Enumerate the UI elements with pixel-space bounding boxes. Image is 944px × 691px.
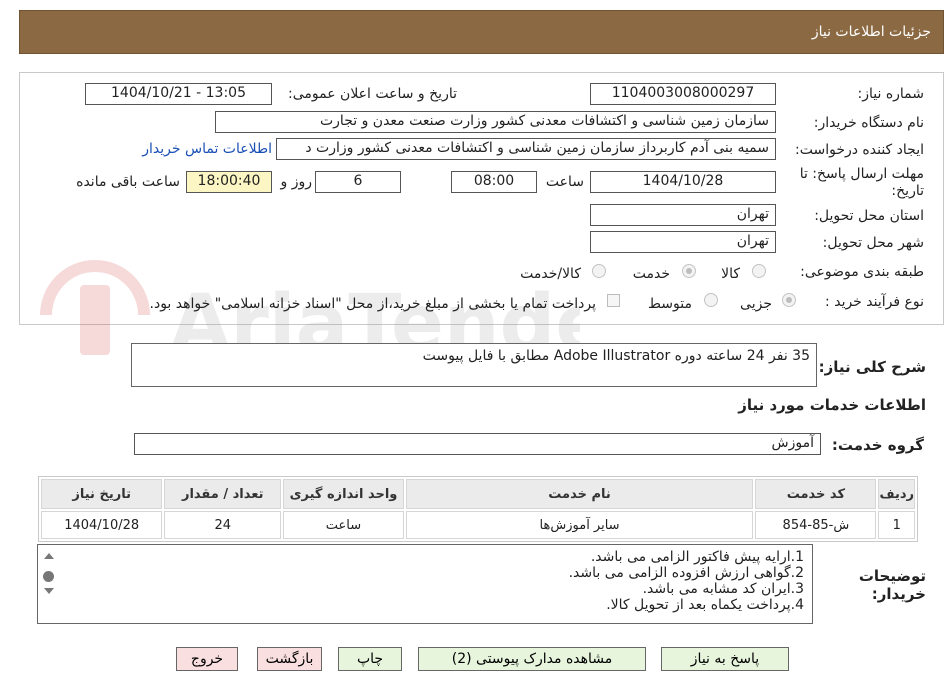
category-service-radio[interactable] [682, 264, 696, 278]
buyer-notes-text: 1.ارایه پیش فاکتور الزامی می باشد. 2.گوا… [569, 549, 804, 613]
process-medium-radio[interactable] [704, 293, 718, 307]
description-field[interactable]: 35 نفر 24 ساعته دوره Adobe Illustrator م… [131, 343, 817, 387]
services-table: ردیف کد خدمت نام خدمت واحد اندازه گیری ت… [38, 476, 918, 542]
service-group-label: گروه خدمت: [831, 436, 924, 454]
city-field[interactable]: تهران [590, 231, 776, 253]
description-label: شرح کلی نیاز: [818, 358, 926, 376]
col-row-header: ردیف [878, 479, 915, 509]
page-title: جزئیات اطلاعات نیاز [811, 24, 931, 40]
col-name-header: نام خدمت [405, 479, 754, 509]
days-field[interactable]: 6 [315, 171, 401, 193]
buyer-org-field[interactable]: سازمان زمین شناسی و اکتشافات معدنی کشور … [215, 111, 776, 133]
treasury-checkbox[interactable] [607, 294, 620, 307]
table-header-row: ردیف کد خدمت نام خدمت واحد اندازه گیری ت… [41, 479, 915, 509]
page-header: جزئیات اطلاعات نیاز [19, 10, 944, 54]
note-line: 1.ارایه پیش فاکتور الزامی می باشد. [590, 549, 804, 565]
deadline-time-field[interactable]: 08:00 [451, 171, 537, 193]
cell-row-number: 1 [878, 511, 915, 539]
days-label: روز و [280, 174, 313, 190]
announce-label: تاریخ و ساعت اعلان عمومی: [288, 86, 457, 102]
buyer-org-label: نام دستگاه خریدار: [813, 115, 924, 131]
back-button[interactable]: بازگشت [257, 647, 322, 671]
need-number-label: شماره نیاز: [857, 86, 925, 102]
services-section-title: اطلاعات خدمات مورد نیاز [738, 396, 926, 414]
payment-note: پرداخت تمام یا بخشی از مبلغ خرید،از محل … [149, 296, 596, 312]
process-minor-label: جزیی [740, 296, 772, 312]
requester-field[interactable]: سمیه بنی آدم کاربرداز سازمان زمین شناسی … [276, 138, 776, 160]
contact-buyer-link[interactable]: اطلاعات تماس خریدار [142, 141, 272, 157]
remaining-label: ساعت باقی مانده [76, 174, 180, 190]
category-goods-service-radio[interactable] [592, 264, 606, 278]
scroll-down-icon[interactable] [44, 588, 54, 594]
remaining-time-field: 18:00:40 [186, 171, 272, 193]
col-unit-header: واحد اندازه گیری [283, 479, 404, 509]
deadline-date-field[interactable]: 1404/10/28 [590, 171, 776, 193]
notes-scrollbar[interactable] [40, 547, 56, 623]
category-service-label: خدمت [632, 266, 670, 282]
category-label: طبقه بندی موضوعی: [800, 264, 924, 280]
city-label: شهر محل تحویل: [822, 235, 924, 251]
note-line: 3.ایران کد مشابه می باشد. [642, 581, 804, 597]
respond-button[interactable]: پاسخ به نیاز [661, 647, 789, 671]
col-qty-header: تعداد / مقدار [164, 479, 282, 509]
note-line: 4.پرداخت یکماه بعد از تحویل کالا. [606, 597, 804, 613]
buyer-notes-label: توضیحات خریدار: [858, 567, 926, 603]
col-code-header: کد خدمت [755, 479, 877, 509]
province-field[interactable]: تهران [590, 204, 776, 226]
announce-field[interactable]: 1404/10/21 - 13:05 [85, 83, 272, 105]
deadline-label: مهلت ارسال پاسخ: تا تاریخ: [799, 166, 924, 199]
category-goods-label: کالا [721, 266, 740, 282]
note-line: 2.گواهی ارزش افزوده الزامی می باشد. [568, 565, 804, 581]
cell-unit: ساعت [283, 511, 404, 539]
scroll-up-icon[interactable] [44, 553, 54, 559]
category-goods-service-label: کالا/خدمت [520, 266, 581, 282]
cell-need-date: 1404/10/28 [41, 511, 163, 539]
buyer-notes-box[interactable]: 1.ارایه پیش فاکتور الزامی می باشد. 2.گوا… [37, 544, 813, 624]
time-label: ساعت [545, 174, 584, 190]
view-attachments-button[interactable]: مشاهده مدارک پیوستی (2) [418, 647, 646, 671]
requester-label: ایجاد کننده درخواست: [795, 142, 924, 158]
province-label: استان محل تحویل: [814, 208, 924, 224]
process-medium-label: متوسط [648, 296, 692, 312]
category-goods-radio[interactable] [752, 264, 766, 278]
process-label: نوع فرآیند خرید : [825, 294, 924, 310]
process-minor-radio[interactable] [782, 293, 796, 307]
cell-service-code: ش-85-854 [755, 511, 877, 539]
table-row: 1 ش-85-854 سایر آموزش‌ها ساعت 24 1404/10… [41, 511, 915, 539]
need-number-field[interactable]: 1104003008000297 [590, 83, 776, 105]
service-group-field[interactable]: آموزش [134, 433, 821, 455]
scroll-thumb[interactable] [43, 571, 54, 582]
cell-service-name: سایر آموزش‌ها [405, 511, 754, 539]
col-date-header: تاریخ نیاز [41, 479, 163, 509]
print-button[interactable]: چاپ [338, 647, 402, 671]
exit-button[interactable]: خروج [176, 647, 238, 671]
cell-quantity: 24 [164, 511, 282, 539]
